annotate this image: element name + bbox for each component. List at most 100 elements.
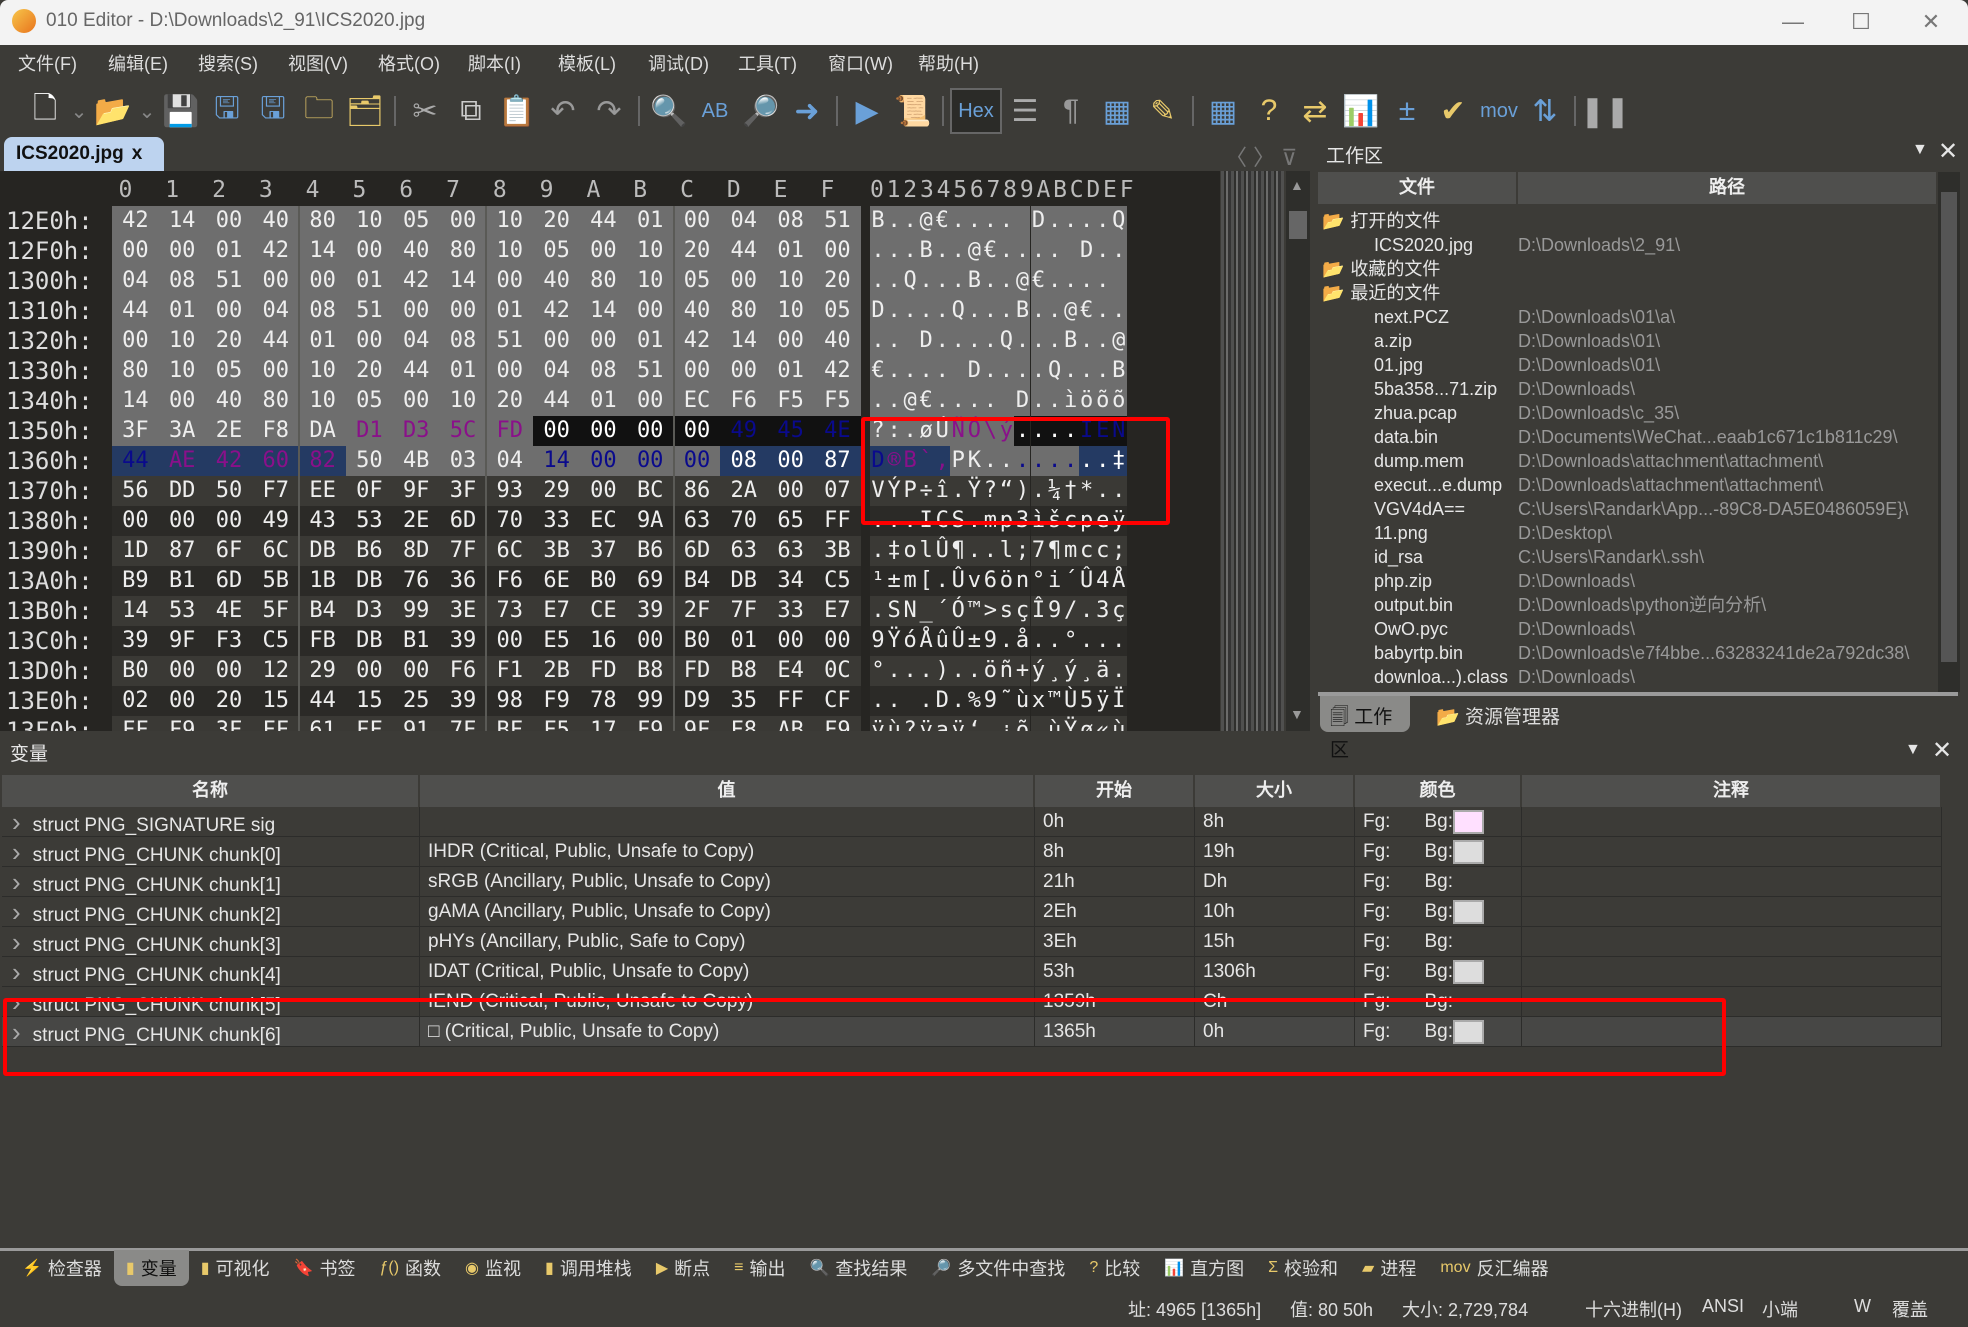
ascii-char[interactable]: ` (918, 446, 935, 476)
ascii-char[interactable]: ñ (998, 656, 1015, 686)
ascii-char[interactable]: ÿ (1094, 686, 1111, 716)
ascii-char[interactable]: . (918, 656, 935, 686)
workspace-group[interactable]: 📂 打开的文件 (1322, 209, 1440, 233)
workspace-file-item[interactable]: 5ba358...71.zip D:\Downloads\ (1316, 377, 1936, 401)
ascii-char[interactable]: ´ (934, 596, 951, 626)
close-panel-icon[interactable]: ✕ (1938, 137, 1958, 166)
ascii-char[interactable]: . (1110, 476, 1127, 506)
ascii-char[interactable]: . (902, 296, 919, 326)
ascii-char[interactable]: ù (1110, 716, 1127, 731)
hex-byte[interactable]: 86 (673, 476, 721, 506)
hex-byte[interactable]: 69 (626, 566, 674, 596)
hex-byte[interactable]: 51 (486, 326, 534, 356)
hex-byte[interactable]: 20 (533, 206, 580, 236)
hex-byte[interactable]: 5F (252, 596, 300, 626)
ascii-char[interactable]: . (1030, 326, 1047, 356)
hex-byte[interactable]: 00 (112, 326, 159, 356)
ascii-char[interactable]: ¸ (1078, 656, 1095, 686)
ascii-char[interactable]: ý (1062, 656, 1079, 686)
ascii-char[interactable]: ÿ (1110, 506, 1127, 536)
hex-byte[interactable]: 04 (392, 326, 440, 356)
close-panel-icon[interactable]: ✕ (1932, 736, 1952, 765)
ascii-char[interactable]: . (870, 386, 887, 416)
hex-byte[interactable]: 10 (486, 236, 534, 266)
ascii-char[interactable]: 9 (1046, 596, 1063, 626)
hex-byte[interactable]: 33 (533, 506, 580, 536)
ascii-char[interactable]: . (966, 656, 983, 686)
ascii-char[interactable]: B (1062, 326, 1079, 356)
hex-byte[interactable]: 35 (720, 686, 768, 716)
hex-byte[interactable]: 10 (158, 326, 206, 356)
hex-byte[interactable]: 9F (158, 626, 206, 656)
ascii-char[interactable]: p (998, 506, 1015, 536)
ascii-char[interactable]: . (1030, 296, 1047, 326)
ascii-char[interactable]: € (1030, 266, 1047, 296)
column-header[interactable]: 名称 (2, 775, 418, 807)
ascii-char[interactable]: ™ (966, 596, 983, 626)
scrollbar-thumb[interactable] (1941, 192, 1957, 662)
ascii-char[interactable]: + (1014, 656, 1031, 686)
menu-item[interactable]: 窗口(W) (828, 50, 918, 76)
ascii-char[interactable]: . (1014, 446, 1031, 476)
ascii-char[interactable]: . (1030, 416, 1047, 446)
hex-byte[interactable]: 07 (814, 476, 861, 506)
variable-row[interactable]: › struct PNG_CHUNK chunk[0] IHDR (Critical… (2, 837, 1942, 867)
hex-byte[interactable]: 03 (439, 446, 487, 476)
ascii-char[interactable]: . (982, 326, 999, 356)
ascii-char[interactable]: . (982, 296, 999, 326)
hex-byte[interactable]: 17 (580, 716, 627, 731)
close-all-icon[interactable]: 🗂 (342, 88, 388, 134)
ascii-char[interactable]: ® (886, 446, 903, 476)
hex-byte[interactable]: 6C (252, 536, 300, 566)
ascii-char[interactable]: . (966, 296, 983, 326)
workspace-group[interactable]: 📂 最近的文件 (1322, 281, 1440, 305)
bg-color-swatch[interactable] (1452, 959, 1484, 984)
hex-byte[interactable]: 12 (252, 656, 300, 686)
ascii-char[interactable]: ; (1110, 536, 1127, 566)
word-wrap-icon[interactable]: ☰ (1002, 88, 1048, 134)
ascii-char[interactable]: C (934, 506, 951, 536)
ascii-char[interactable]: D (870, 446, 887, 476)
variable-row[interactable]: › struct PNG_CHUNK chunk[4] IDAT (Critical… (2, 957, 1942, 987)
run-template-icon[interactable]: 📜 (890, 88, 936, 134)
ascii-char[interactable]: . (886, 266, 903, 296)
ascii-char[interactable]: . (934, 386, 951, 416)
ascii-char[interactable]: . (902, 416, 919, 446)
ascii-char[interactable]: B (870, 206, 887, 236)
ascii-char[interactable]: ° (870, 656, 887, 686)
ascii-char[interactable]: û (934, 626, 951, 656)
hex-byte[interactable]: 01 (580, 386, 627, 416)
hex-byte[interactable]: 00 (626, 296, 674, 326)
hex-byte[interactable]: 34 (767, 566, 814, 596)
ascii-char[interactable]: 3 (1014, 506, 1031, 536)
ascii-char[interactable]: € (870, 356, 887, 386)
ascii-char[interactable]: P (902, 476, 919, 506)
hex-byte[interactable]: 49 (720, 416, 768, 446)
ascii-char[interactable]: ) (934, 656, 951, 686)
hex-byte[interactable]: 99 (392, 596, 440, 626)
tab-find-results[interactable]: 🔍 查找结果 (797, 1250, 919, 1286)
save-all-icon[interactable]: 🖫 (250, 88, 296, 134)
ascii-char[interactable]: / (1062, 596, 1079, 626)
hex-byte[interactable]: CE (580, 596, 627, 626)
tab-function[interactable]: ƒ() 函数 (367, 1250, 453, 1286)
ascii-char[interactable]: c (1078, 536, 1095, 566)
hex-byte[interactable]: B0 (673, 626, 721, 656)
tab-compare[interactable]: ? 比较 (1077, 1250, 1152, 1286)
column-header[interactable]: 开始 (1035, 775, 1193, 807)
ascii-char[interactable]: . (934, 356, 951, 386)
ascii-char[interactable]: ä (1094, 656, 1111, 686)
hex-byte[interactable]: 00 (158, 236, 206, 266)
hex-byte[interactable]: B0 (580, 566, 627, 596)
ascii-char[interactable]: . (918, 686, 935, 716)
hex-byte[interactable]: 00 (439, 206, 487, 236)
hex-byte[interactable]: 04 (252, 296, 300, 326)
hex-byte[interactable]: 9F (673, 716, 721, 731)
hex-byte[interactable]: CF (814, 686, 861, 716)
hex-byte[interactable]: 20 (205, 326, 253, 356)
hex-byte[interactable]: 10 (767, 266, 814, 296)
ascii-char[interactable]: Q (950, 296, 967, 326)
ascii-char[interactable]: Î (1030, 596, 1047, 626)
ascii-char[interactable]: c (1062, 506, 1079, 536)
ascii-char[interactable]: . (886, 206, 903, 236)
